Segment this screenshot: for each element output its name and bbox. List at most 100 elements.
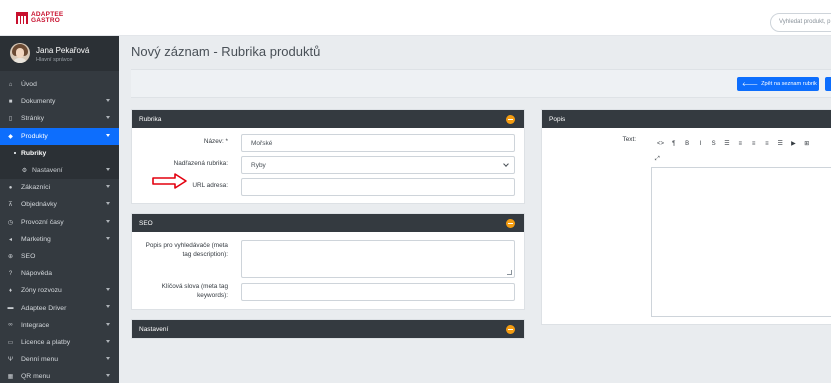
sidebar-item[interactable]: ♦ Zóny rozvozu — [0, 282, 119, 299]
arrow-left-icon: 🡐 — [742, 81, 759, 88]
meta-description-label: Popis pro vyhledávače (meta tag descript… — [145, 242, 228, 258]
chevron-down-icon — [503, 161, 509, 167]
back-to-list-button[interactable]: 🡐 Zpět na seznam rubrik — [737, 77, 819, 91]
meta-keywords-input[interactable] — [241, 283, 515, 301]
expand-icon[interactable]: ⤢ — [655, 156, 660, 163]
editor-toolbar: <> ¶ B I S ☰ ≡ ≡ ≡ ☰ ▶ ⊞ — [655, 140, 815, 147]
chevron-down-icon — [106, 236, 110, 240]
sidebar-item[interactable]: ⌂ Úvod — [0, 76, 119, 93]
sidebar-item[interactable]: ■ Dokumenty — [0, 93, 119, 110]
align-icon[interactable]: ≡ — [761, 141, 772, 147]
sidebar-item-label: Nastavení — [32, 167, 63, 175]
sidebar-item[interactable]: ▦ QR menu — [0, 368, 119, 383]
name-label: Název: * — [203, 138, 228, 145]
search-icon: ⊕ — [7, 253, 14, 260]
name-input[interactable]: Mořské — [241, 134, 515, 152]
rubrika-panel-title: Rubrika — [139, 116, 162, 123]
description-editor[interactable] — [651, 167, 831, 317]
sidebar-item-label: Zóny rozvozu — [21, 287, 62, 295]
sidebar-item[interactable]: ◷ Provozní časy — [0, 214, 119, 231]
cart-icon: ⊼ — [8, 202, 13, 209]
chevron-down-icon — [106, 167, 110, 171]
folder-icon: ■ — [8, 98, 13, 105]
resize-handle-icon[interactable] — [507, 270, 512, 275]
text-label: Text: — [622, 136, 637, 143]
sidebar-item[interactable]: ⊕ SEO — [0, 248, 119, 265]
popis-panel-header: Popis — [542, 110, 831, 128]
home-icon: ⌂ — [8, 81, 13, 88]
collapse-icon[interactable] — [506, 115, 515, 124]
sidebar-item[interactable]: ∞ Integrace — [0, 317, 119, 334]
qr-icon: ▦ — [7, 374, 14, 381]
collapse-icon[interactable] — [506, 219, 515, 228]
meta-description-textarea[interactable] — [241, 240, 515, 278]
sidebar-item-label: SEO — [21, 252, 36, 260]
collapse-icon[interactable] — [506, 325, 515, 334]
seo-panel-header: SEO — [132, 214, 524, 232]
sidebar-item[interactable]: ▯ Stránky — [0, 110, 119, 127]
parent-category-select[interactable]: Ryby — [241, 156, 515, 174]
sidebar-item[interactable]: ◂ Marketing — [0, 231, 119, 248]
settings-panel: Nastavení — [131, 319, 525, 339]
chevron-down-icon — [106, 219, 110, 223]
strikethrough-icon[interactable]: S — [708, 141, 719, 147]
settings-panel-header[interactable]: Nastavení — [132, 320, 524, 338]
chevron-down-icon — [106, 185, 110, 189]
sidebar-item-label: Adaptee Driver — [21, 304, 67, 312]
sidebar-item-label: Integrace — [21, 321, 50, 329]
user-panel[interactable]: Jana Pekařová Hlavní správce — [0, 36, 119, 71]
sidebar-item-label: Licence a platby — [21, 338, 71, 346]
align-icon[interactable]: ≡ — [735, 141, 746, 147]
url-input[interactable] — [241, 178, 515, 196]
credit-card-icon: ▭ — [7, 339, 14, 346]
sidebar-item[interactable]: ▭ Licence a platby — [0, 334, 119, 351]
italic-icon[interactable]: I — [695, 141, 706, 147]
product-search-input[interactable]: Vyhledat produkt, p — [770, 13, 831, 32]
top-bar: ADAPTEE GASTRO Vyhledat produkt, p — [0, 0, 831, 36]
chevron-down-icon — [106, 357, 110, 360]
sidebar-item[interactable]: Rubriky — [0, 144, 119, 162]
brand-logo[interactable]: ADAPTEE GASTRO — [16, 11, 63, 24]
sidebar-item[interactable]: Ψ Denní menu — [0, 351, 119, 368]
car-icon: ▬ — [7, 305, 14, 312]
action-toolbar — [131, 69, 831, 98]
chevron-down-icon — [106, 133, 110, 137]
sidebar-item[interactable]: ⚙ Nastavení — [0, 161, 119, 180]
list-icon[interactable]: ☰ — [775, 140, 786, 147]
sidebar-item[interactable]: ● Zákazníci — [0, 179, 119, 196]
sidebar: Jana Pekařová Hlavní správce ⌂ Úvod ■ Dokum… — [0, 36, 119, 383]
bold-icon[interactable]: B — [682, 141, 693, 147]
sidebar-item[interactable]: ◆ Produkty — [0, 127, 119, 145]
cogs-icon: ⚙ — [21, 168, 28, 175]
sidebar-item[interactable]: ▬ Adaptee Driver — [0, 299, 119, 316]
unordered-list-icon[interactable]: ☰ — [721, 140, 732, 147]
sidebar-item-label: Provozní časy — [21, 218, 64, 226]
save-button[interactable] — [825, 77, 831, 91]
sidebar-item-label: Zákazníci — [21, 184, 51, 192]
chevron-down-icon — [106, 305, 110, 309]
page-title: Nový záznam - Rubrika produktů — [131, 44, 321, 59]
chevron-down-icon — [106, 374, 110, 378]
bullet-icon — [14, 152, 16, 155]
chevron-down-icon — [106, 339, 110, 343]
chevron-down-icon — [106, 288, 110, 292]
user-icon: ● — [8, 184, 13, 191]
chevron-down-icon — [106, 116, 110, 120]
clock-icon: ◷ — [7, 219, 14, 226]
chevron-down-icon — [106, 99, 110, 103]
video-icon[interactable]: ▶ — [788, 140, 799, 147]
avatar — [10, 43, 30, 63]
sidebar-item-label: Objednávky — [21, 201, 57, 209]
user-name: Jana Pekařová — [36, 46, 90, 55]
link-icon: ∞ — [8, 322, 13, 329]
sidebar-item[interactable]: ⊼ Objednávky — [0, 196, 119, 213]
logo-mark-icon — [16, 12, 28, 24]
paragraph-icon[interactable]: ¶ — [668, 141, 679, 147]
brand-line-2: GASTRO — [31, 17, 61, 24]
utensils-icon: Ψ — [7, 356, 13, 363]
align-icon[interactable]: ≡ — [748, 141, 759, 147]
code-view-icon[interactable]: <> — [655, 141, 666, 147]
table-icon[interactable]: ⊞ — [801, 140, 812, 147]
sidebar-item[interactable]: ? Nápověda — [0, 265, 119, 282]
sidebar-item-label: Stránky — [21, 115, 45, 123]
